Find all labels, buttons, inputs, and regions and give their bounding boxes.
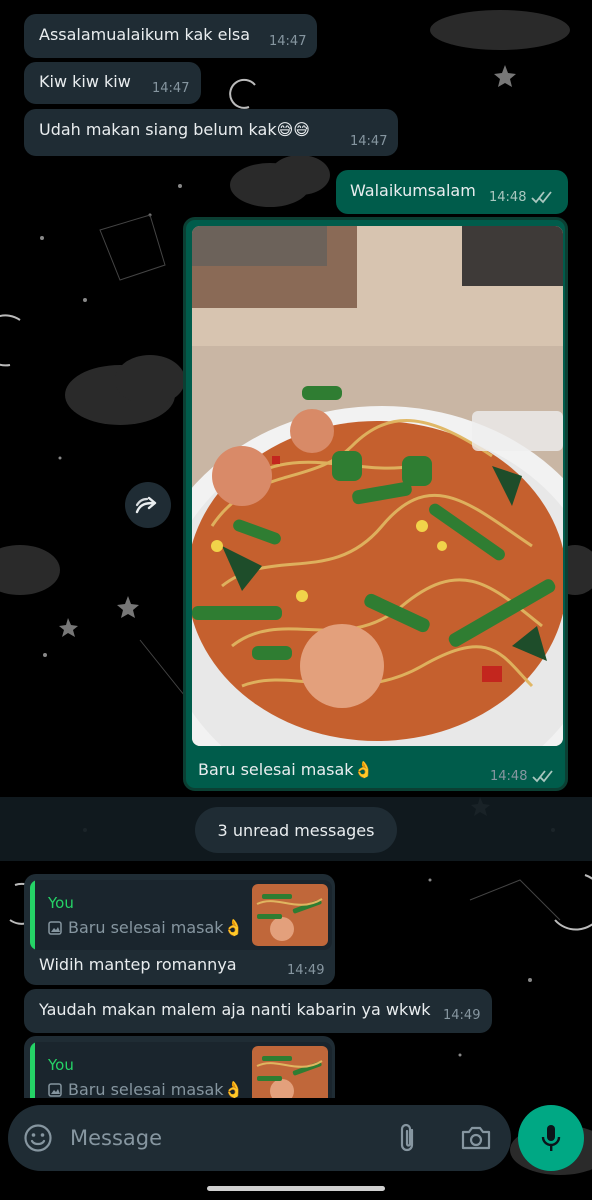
message-time: 14:49: [443, 1008, 481, 1023]
message-incoming[interactable]: Udah makan siang belum kak😅😅 14:47: [24, 109, 398, 156]
quote-bar: [30, 880, 35, 950]
camera-icon[interactable]: [460, 1125, 492, 1151]
photo-noodles[interactable]: [192, 226, 563, 746]
message-outgoing[interactable]: Walaikumsalam 14:48: [336, 170, 568, 214]
message-time: 14:47: [152, 81, 190, 96]
attach-icon[interactable]: [397, 1122, 419, 1154]
message-incoming[interactable]: Assalamualaikum kak elsa 14:47: [24, 14, 317, 58]
message-time: 14:47: [269, 34, 307, 49]
ok-hand-icon: 👌: [223, 1080, 244, 1098]
photo-icon: [48, 920, 62, 935]
message-input[interactable]: Message: [70, 1126, 162, 1150]
message-incoming-reply[interactable]: You Baru selesai masak 👌: [24, 1036, 335, 1098]
emoji-icon[interactable]: [23, 1123, 53, 1153]
message-outgoing-photo[interactable]: Baru selesai masak👌 14:48: [183, 217, 568, 791]
emoji-icon: 😅😅: [276, 120, 310, 139]
ok-hand-icon: 👌: [353, 760, 374, 779]
message-text: Yaudah makan malem aja nanti kabarin ya …: [39, 1000, 431, 1019]
read-ticks-icon: [532, 770, 553, 783]
message-text-content: Udah makan siang belum kak: [39, 120, 277, 139]
read-ticks-icon: [531, 191, 552, 204]
message-time: 14:48: [489, 190, 527, 205]
quote-text-content: Baru selesai masak: [68, 918, 224, 937]
quote-thumbnail: [252, 884, 328, 946]
message-time: 14:48: [490, 769, 528, 784]
ok-hand-icon: 👌: [223, 918, 244, 937]
message-composer[interactable]: Message: [8, 1105, 511, 1171]
quote-bar: [30, 1042, 35, 1098]
mic-button[interactable]: [518, 1105, 584, 1171]
message-incoming[interactable]: Yaudah makan malem aja nanti kabarin ya …: [24, 989, 492, 1033]
forward-icon: [135, 496, 157, 514]
photo-icon: [48, 1082, 62, 1097]
message-text: Kiw kiw kiw: [39, 72, 131, 91]
caption-text: Baru selesai masak: [198, 760, 354, 779]
quote-text-content: Baru selesai masak: [68, 1080, 224, 1098]
message-text: Udah makan siang belum kak😅😅: [39, 120, 310, 139]
message-text: Widih mantep romannya: [39, 955, 237, 974]
quoted-message[interactable]: You Baru selesai masak 👌: [30, 1042, 332, 1098]
quote-text: Baru selesai masak 👌: [48, 1080, 243, 1098]
photo-caption: Baru selesai masak👌: [198, 760, 373, 779]
message-text: Walaikumsalam: [350, 181, 476, 200]
forward-button[interactable]: [125, 482, 171, 528]
unread-messages-label: 3 unread messages: [195, 807, 397, 853]
message-incoming[interactable]: Kiw kiw kiw 14:47: [24, 62, 201, 104]
mic-icon: [541, 1125, 561, 1151]
message-incoming-reply[interactable]: You Baru selesai masak 👌 Widih mantep rom…: [24, 874, 335, 985]
message-time: 14:49: [287, 963, 325, 978]
message-time: 14:47: [350, 134, 388, 149]
quoted-message[interactable]: You Baru selesai masak 👌: [30, 880, 332, 950]
quote-author: You: [48, 894, 74, 912]
quote-thumbnail: [252, 1046, 328, 1098]
quote-text: Baru selesai masak 👌: [48, 918, 243, 937]
home-indicator[interactable]: [207, 1186, 385, 1191]
quote-author: You: [48, 1056, 74, 1074]
message-text: Assalamualaikum kak elsa: [39, 25, 251, 44]
